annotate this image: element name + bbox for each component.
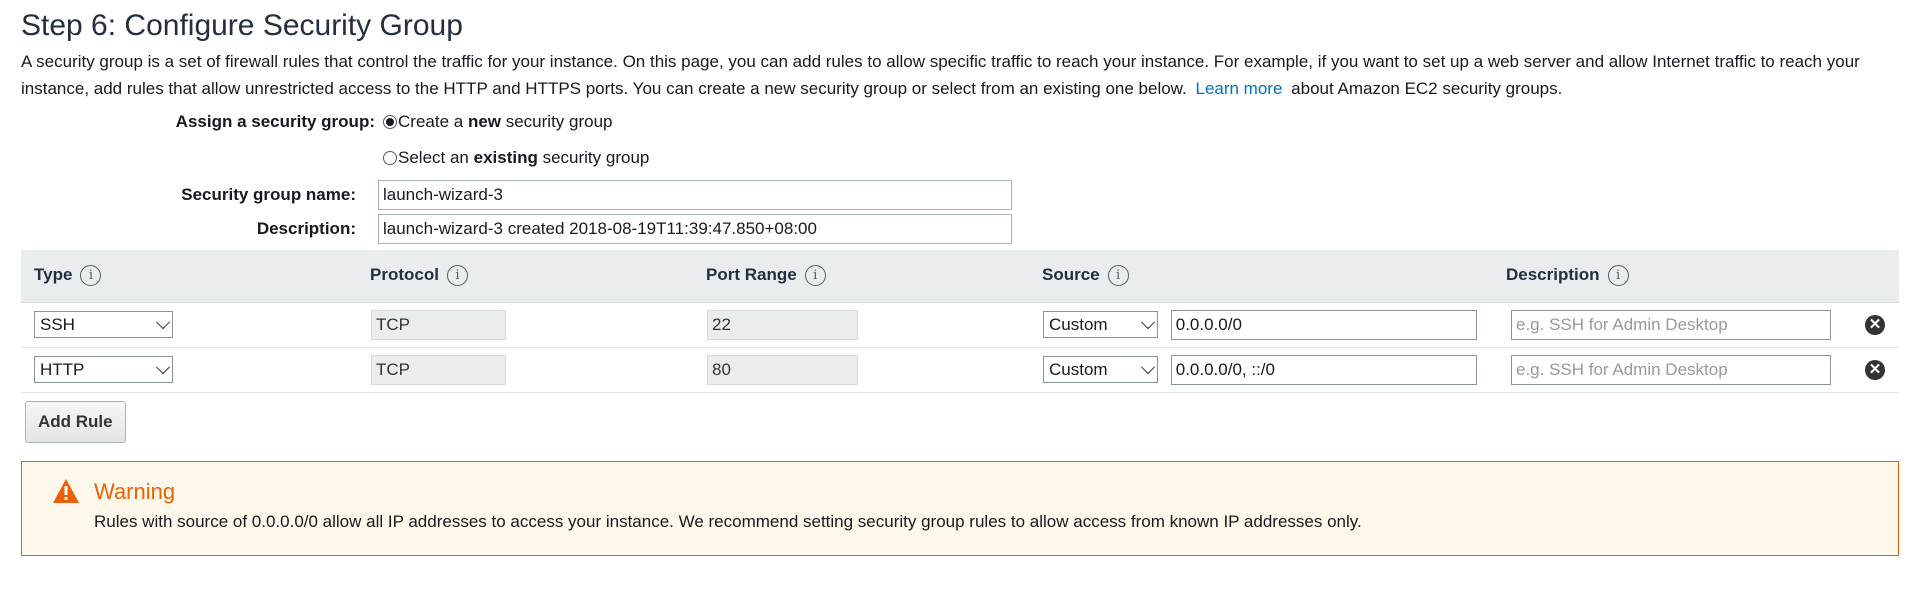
select-existing-suffix: security group: [537, 148, 650, 167]
group-description-input[interactable]: launch-wizard-3 created 2018-08-19T11:39…: [378, 214, 1012, 244]
warning-text: Rules with source of 0.0.0.0/0 allow all…: [94, 511, 1362, 531]
intro-text-main: A security group is a set of firewall ru…: [21, 52, 1860, 98]
group-name-input[interactable]: launch-wizard-3: [378, 180, 1012, 210]
header-source: Source i: [1029, 250, 1493, 303]
header-description-label: Description: [1506, 265, 1600, 285]
type-select[interactable]: SSH: [34, 311, 173, 338]
cell-protocol: TCP: [357, 347, 693, 393]
header-port-range-label: Port Range: [706, 265, 797, 285]
select-existing-bold: existing: [473, 148, 538, 167]
create-new-label: Create a new security group: [398, 112, 613, 132]
header-protocol: Protocol i: [357, 250, 693, 303]
create-new-radio[interactable]: [383, 115, 397, 129]
info-icon[interactable]: i: [446, 265, 468, 287]
cell-description: e.g. SSH for Admin Desktop: [1493, 302, 1851, 348]
table-row: SSH TCP 22 Custom 0.0.0.0/0 e.g. SSH for…: [21, 302, 1899, 348]
assign-label: Assign a security group:: [175, 112, 375, 131]
group-description-row: Description: launch-wizard-3 created 201…: [21, 214, 1888, 244]
cell-type: HTTP: [21, 347, 357, 393]
select-existing-prefix: Select an: [398, 148, 474, 167]
info-icon[interactable]: i: [1107, 265, 1129, 287]
intro-text: A security group is a set of firewall ru…: [21, 48, 1888, 102]
cell-remove: ✕: [1851, 302, 1899, 348]
rules-header-row: Type i Protocol i Port Range i Source i Desc…: [21, 250, 1899, 303]
port-range-field: 80: [707, 354, 858, 385]
cell-remove: ✕: [1851, 347, 1899, 393]
warning-alert: Warning Rules with source of 0.0.0.0/0 a…: [21, 460, 1899, 556]
info-icon[interactable]: i: [1607, 265, 1629, 287]
warning-body: Warning Rules with source of 0.0.0.0/0 a…: [94, 478, 1362, 555]
group-name-label: Security group name:: [181, 185, 356, 204]
group-description-label: Description:: [256, 219, 356, 238]
select-existing-radio[interactable]: [383, 151, 397, 165]
header-port-range: Port Range i: [693, 250, 1029, 303]
info-icon[interactable]: i: [804, 265, 826, 287]
intro-text-tail: about Amazon EC2 security groups.: [1291, 79, 1563, 98]
remove-rule-icon[interactable]: ✕: [1865, 314, 1885, 335]
learn-more-link[interactable]: Learn more: [1195, 79, 1282, 98]
cell-port: 80: [693, 347, 1029, 393]
chevron-down-icon: [1140, 314, 1156, 329]
select-existing-label: Select an existing security group: [398, 148, 649, 168]
header-type: Type i: [21, 250, 357, 303]
source-mode-select[interactable]: Custom: [1043, 311, 1158, 338]
protocol-field: TCP: [371, 309, 506, 340]
create-new-prefix: Create a: [398, 112, 468, 131]
source-mode-value: Custom: [1049, 359, 1108, 379]
source-mode-value: Custom: [1049, 314, 1108, 334]
header-source-label: Source: [1042, 265, 1100, 285]
create-new-suffix: security group: [501, 112, 613, 131]
chevron-down-icon: [1140, 359, 1156, 374]
assign-options: Create a new security group Select an ex…: [383, 112, 649, 168]
cell-type: SSH: [21, 302, 357, 348]
header-protocol-label: Protocol: [370, 265, 439, 285]
chevron-down-icon: [155, 359, 171, 374]
warning-title: Warning: [94, 478, 176, 504]
source-mode-select[interactable]: Custom: [1043, 356, 1158, 383]
create-new-bold: new: [467, 112, 501, 131]
source-cidr-input[interactable]: 0.0.0.0/0: [1170, 309, 1477, 340]
select-existing-option[interactable]: Select an existing security group: [383, 148, 649, 168]
type-select-value: HTTP: [40, 359, 85, 379]
group-name-row: Security group name: launch-wizard-3: [21, 180, 1888, 210]
port-range-field: 22: [707, 309, 858, 340]
assign-security-group: Assign a security group: Create a new se…: [21, 112, 1888, 168]
create-new-option[interactable]: Create a new security group: [383, 112, 649, 132]
add-rule-button[interactable]: Add Rule: [25, 400, 126, 443]
cell-port: 22: [693, 302, 1029, 348]
type-select[interactable]: HTTP: [34, 356, 173, 383]
header-actions: [1851, 250, 1899, 303]
cell-source: Custom 0.0.0.0/0, ::/0: [1029, 347, 1493, 393]
add-rule-wrap: Add Rule: [25, 393, 1888, 443]
source-cidr-input[interactable]: 0.0.0.0/0, ::/0: [1170, 354, 1477, 385]
security-group-step: Step 6: Configure Security Group A secur…: [0, 0, 1909, 556]
chevron-down-icon: [155, 314, 171, 329]
cell-source: Custom 0.0.0.0/0: [1029, 302, 1493, 348]
cell-description: e.g. SSH for Admin Desktop: [1493, 347, 1851, 393]
protocol-field: TCP: [371, 354, 506, 385]
rule-description-input[interactable]: e.g. SSH for Admin Desktop: [1511, 354, 1831, 385]
info-icon[interactable]: i: [80, 265, 102, 287]
type-select-value: SSH: [40, 314, 75, 334]
cell-protocol: TCP: [357, 302, 693, 348]
rule-description-input[interactable]: e.g. SSH for Admin Desktop: [1511, 309, 1831, 340]
header-type-label: Type: [34, 265, 73, 285]
page-title: Step 6: Configure Security Group: [21, 9, 463, 42]
header-description: Description i: [1493, 250, 1851, 303]
table-row: HTTP TCP 80 Custom 0.0.0.0/0, ::/0 e.g. …: [21, 347, 1899, 393]
rules-table: Type i Protocol i Port Range i Source i Desc…: [21, 250, 1899, 393]
warning-icon: [53, 478, 79, 503]
remove-rule-icon[interactable]: ✕: [1865, 359, 1885, 380]
